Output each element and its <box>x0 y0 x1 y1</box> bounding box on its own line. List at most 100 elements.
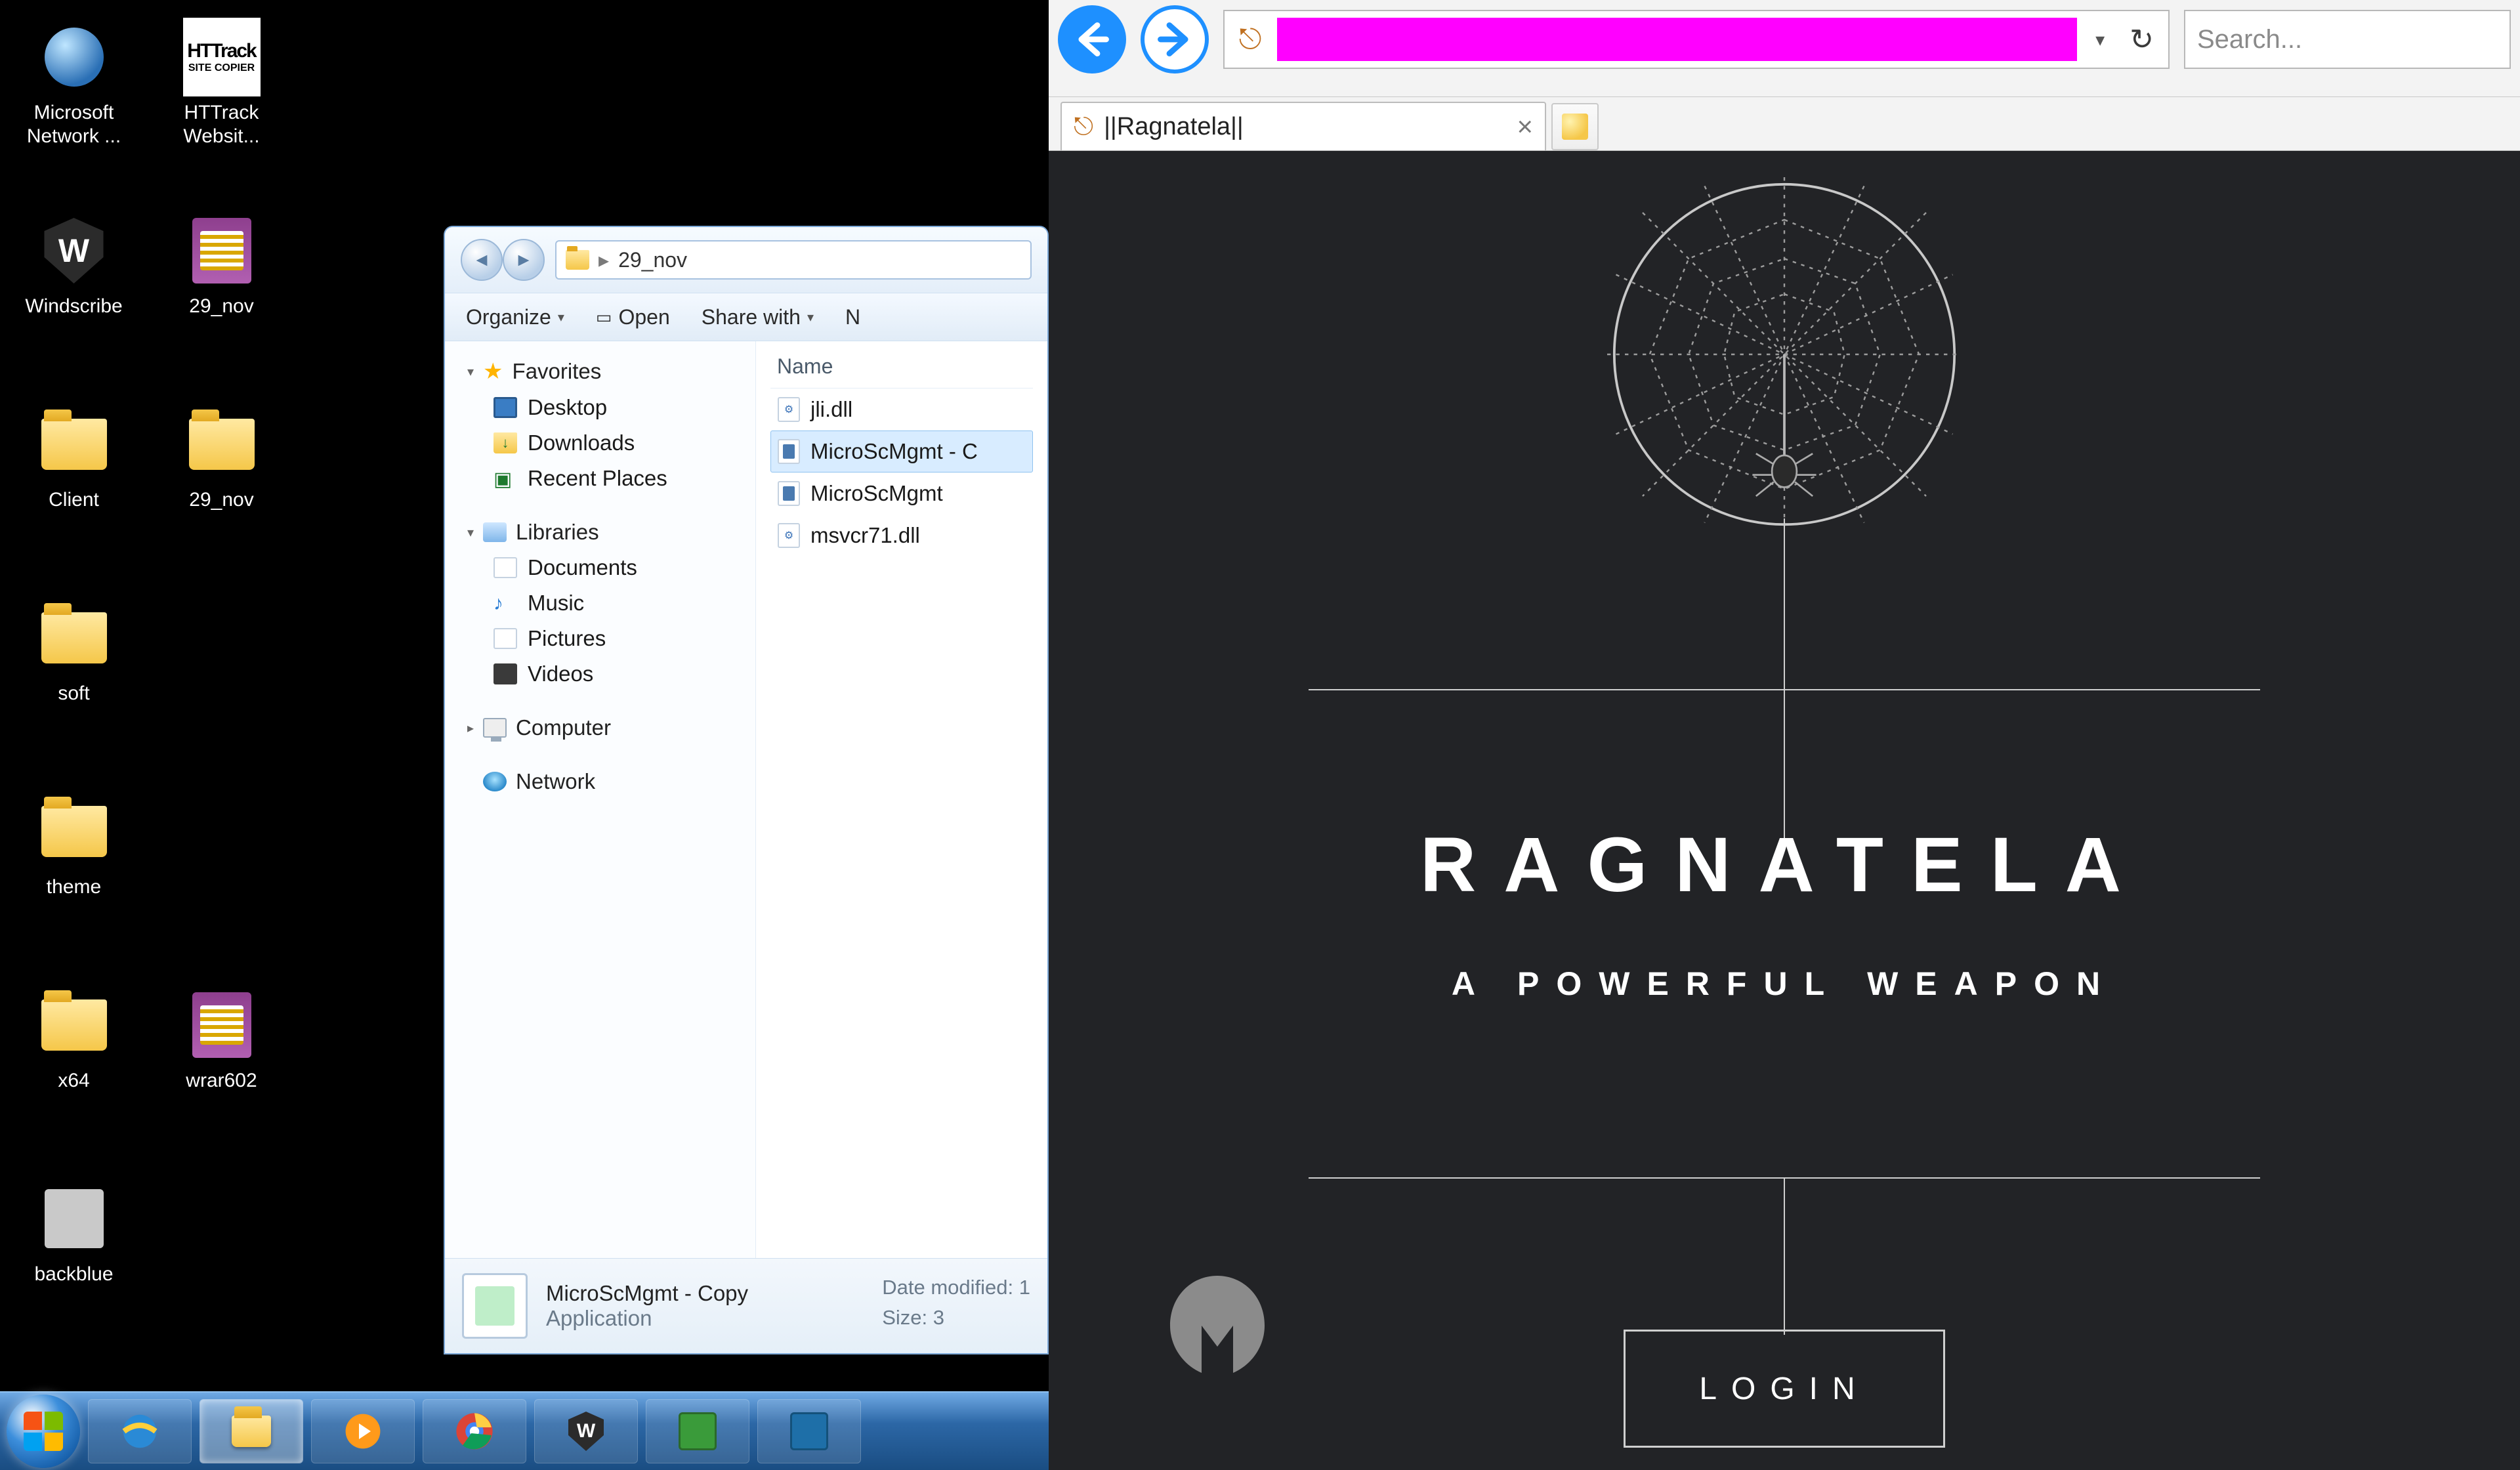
desktop-icon-windscribe[interactable]: W Windscribe <box>7 200 141 394</box>
sidebar-item-documents[interactable]: Documents <box>445 550 755 585</box>
sidebar-computer-head[interactable]: ▸ Computer <box>445 710 755 746</box>
procexp-icon <box>679 1412 717 1450</box>
desktop-icon-microsoft-network[interactable]: Microsoft Network ... <box>7 7 141 200</box>
file-row[interactable]: ⚙ msvcr71.dll <box>770 514 1033 556</box>
folder-icon <box>232 1416 271 1447</box>
ie-back-button[interactable] <box>1058 5 1126 74</box>
folder-icon <box>189 419 255 470</box>
winrar-icon <box>192 992 251 1058</box>
desktop-icon-label: backblue <box>34 1263 113 1286</box>
new-tab-icon <box>1562 114 1588 140</box>
windows-desktop: Microsoft Network ... W Windscribe Clien… <box>0 0 1049 1470</box>
file-row[interactable]: MicroScMgmt - C <box>770 430 1033 472</box>
windscribe-icon: W <box>41 218 107 284</box>
explorer-back-button[interactable]: ◄ <box>461 239 503 281</box>
httrack-icon: HTTrackSITE COPIER <box>183 18 261 96</box>
tab-close-button[interactable]: × <box>1517 111 1533 142</box>
details-date-modified-label: Date modified: <box>882 1276 1013 1299</box>
ie-tab[interactable]: ⎋ ||Ragnatela|| × <box>1060 102 1546 150</box>
login-button[interactable]: LOGIN <box>1624 1330 1945 1448</box>
windscribe-icon: W <box>566 1412 606 1451</box>
explorer-breadcrumb[interactable]: ▸ 29_nov <box>555 240 1032 280</box>
file-row[interactable]: ⚙ jli.dll <box>770 388 1033 430</box>
taskbar-item-wmp[interactable] <box>311 1399 415 1463</box>
music-icon: ♪ <box>494 593 517 614</box>
sidebar-item-music[interactable]: ♪ Music <box>445 585 755 621</box>
windows-taskbar: W <box>0 1391 1049 1470</box>
decor-vertical-line <box>1784 518 1785 840</box>
tree-expander-icon: ▾ <box>467 524 474 541</box>
taskbar-item-wireshark[interactable] <box>757 1399 861 1463</box>
desktop-icon-label: HTTrack Websit... <box>159 101 284 148</box>
wireshark-icon <box>790 1412 828 1450</box>
sidebar-item-pictures[interactable]: Pictures <box>445 621 755 656</box>
details-filename: MicroScMgmt - Copy <box>546 1281 748 1306</box>
sidebar-favorites-head[interactable]: ▾ ★ Favorites <box>445 353 755 390</box>
desktop-icon-x64[interactable]: x64 <box>7 975 141 1168</box>
sidebar-network-head[interactable]: ▸ Network <box>445 764 755 799</box>
ie-address-redacted[interactable] <box>1277 18 2077 61</box>
decor-horizontal-line <box>1309 689 2260 690</box>
sidebar-item-videos[interactable]: Videos <box>445 656 755 692</box>
ie-address-bar[interactable]: ⎋ ▾ ↻ <box>1223 10 2170 69</box>
sidebar-item-downloads[interactable]: Downloads <box>445 425 755 461</box>
toolbar-open[interactable]: ▭ Open <box>596 305 670 329</box>
globe-icon <box>45 28 104 87</box>
recent-places-icon: ▣ <box>494 468 517 489</box>
desktop-icon-soft[interactable]: soft <box>7 587 141 781</box>
details-file-icon <box>462 1273 528 1339</box>
tree-expander-icon: ▸ <box>467 720 474 736</box>
desktop-icons-area: Microsoft Network ... W Windscribe Clien… <box>7 7 289 1372</box>
file-icon <box>45 1189 104 1248</box>
ie-tab-strip: ⎋ ||Ragnatela|| × <box>1049 97 2520 151</box>
desktop-icon-label: theme <box>47 875 101 899</box>
toolbar-item-cut[interactable]: N <box>845 305 860 329</box>
taskbar-item-chrome[interactable] <box>423 1399 526 1463</box>
ie-search-box[interactable]: Search... <box>2184 10 2511 69</box>
malwarebytes-watermark-icon <box>1148 1260 1286 1391</box>
column-header-name[interactable]: Name <box>770 350 1033 388</box>
address-dropdown-button[interactable]: ▾ <box>2086 29 2114 51</box>
sidebar-item-recent-places[interactable]: ▣ Recent Places <box>445 461 755 496</box>
ie-browser-window: ⎋ ▾ ↻ Search... ⎋ ||Ragnatela|| × <box>1049 0 2520 1470</box>
desktop-icon-theme[interactable]: theme <box>7 781 141 975</box>
desktop-icon-httrack[interactable]: HTTrackSITE COPIER HTTrack Websit... <box>154 7 289 200</box>
taskbar-item-ie[interactable] <box>88 1399 192 1463</box>
desktop-icon-29nov-folder[interactable]: 29_nov <box>154 394 289 587</box>
chevron-down-icon: ▾ <box>558 309 564 326</box>
breadcrumb-label: 29_nov <box>618 248 687 272</box>
toolbar-share-with[interactable]: Share with ▾ <box>702 305 814 329</box>
page-subtitle: A POWERFUL WEAPON <box>1049 965 2520 1003</box>
sidebar-item-desktop[interactable]: Desktop <box>445 390 755 425</box>
desktop-icon-wrar602[interactable]: wrar602 <box>154 975 289 1168</box>
details-date-modified-value: 1 <box>1019 1276 1030 1299</box>
explorer-forward-button[interactable]: ► <box>503 239 545 281</box>
details-filetype: Application <box>546 1306 748 1331</box>
start-button[interactable] <box>7 1395 80 1468</box>
site-favicon-icon: ⎋ <box>1074 113 1093 141</box>
folder-icon <box>41 612 107 663</box>
decor-vertical-line <box>1784 1177 1785 1335</box>
ie-forward-button[interactable] <box>1141 5 1209 74</box>
taskbar-item-explorer[interactable] <box>200 1399 303 1463</box>
desktop-icon-backblue[interactable]: backblue <box>7 1168 141 1362</box>
file-row[interactable]: MicroScMgmt <box>770 472 1033 514</box>
site-favicon-icon: ⎋ <box>1232 22 1268 57</box>
network-icon <box>483 772 507 791</box>
taskbar-item-windscribe[interactable]: W <box>534 1399 638 1463</box>
details-size-value: 3 <box>933 1306 944 1329</box>
toolbar-organize[interactable]: Organize ▾ <box>466 305 564 329</box>
open-icon: ▭ <box>596 307 612 327</box>
explorer-window[interactable]: ◄ ► ▸ 29_nov Organize ▾ ▭ Open Share wit… <box>444 226 1049 1354</box>
ie-new-tab-button[interactable] <box>1551 103 1599 150</box>
dll-file-icon: ⚙ <box>778 397 800 422</box>
arrow-right-icon <box>1157 22 1192 57</box>
desktop-icon-29nov-rar[interactable]: 29_nov <box>154 200 289 394</box>
taskbar-item-procexp[interactable] <box>646 1399 749 1463</box>
reload-button[interactable]: ↻ <box>2123 23 2160 56</box>
folder-icon <box>41 419 107 470</box>
explorer-body: ▾ ★ Favorites Desktop Downloads ▣ Re <box>445 341 1047 1258</box>
sidebar-libraries-head[interactable]: ▾ Libraries <box>445 514 755 550</box>
chevron-down-icon: ▾ <box>807 309 814 326</box>
desktop-icon-client[interactable]: Client <box>7 394 141 587</box>
